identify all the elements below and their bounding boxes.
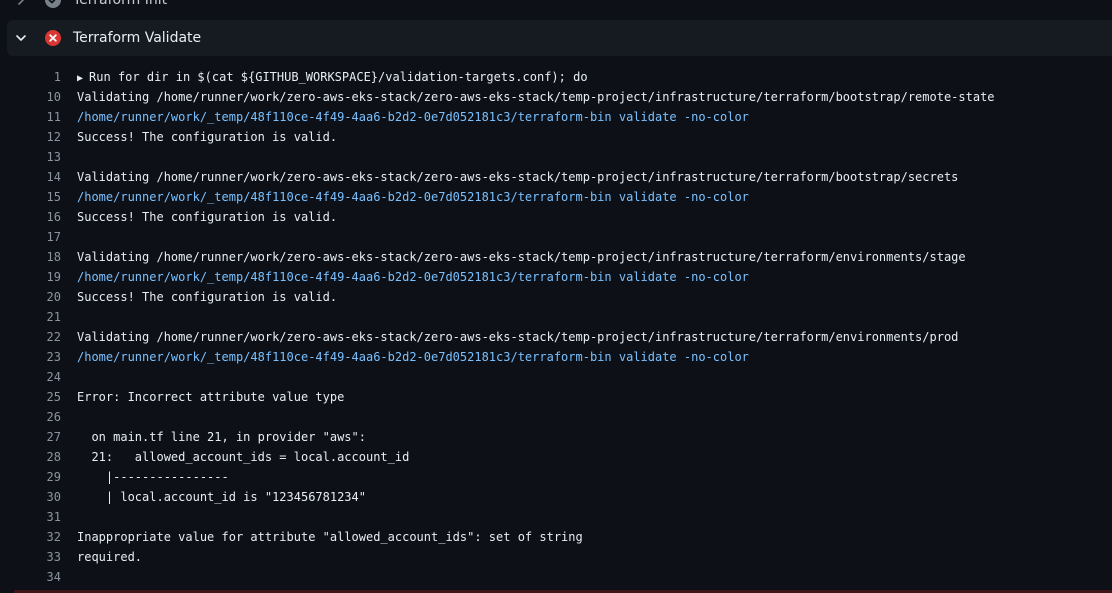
log-text: on main.tf line 21, in provider "aws": (77, 430, 366, 444)
line-number[interactable]: 1 (0, 67, 61, 87)
log-line: 21 (0, 307, 1112, 327)
log-text: Validating /home/runner/work/zero-aws-ek… (77, 90, 995, 104)
line-number[interactable]: 15 (0, 187, 61, 207)
log-text: required. (77, 550, 143, 564)
log-line: 24 (0, 367, 1112, 387)
log-command-text: /home/runner/work/_temp/48f110ce-4f49-4a… (77, 270, 749, 284)
log-line: 22 Validating /home/runner/work/zero-aws-… (0, 327, 1112, 347)
log-text: Error: Incorrect attribute value type (77, 390, 345, 404)
log-line: 26 (0, 407, 1112, 427)
log-line: 12 Success! The configuration is valid. (0, 127, 1112, 147)
line-number[interactable]: 33 (0, 547, 61, 567)
line-number[interactable]: 23 (0, 347, 61, 367)
log-line: 10 Validating /home/runner/work/zero-aws-… (0, 87, 1112, 107)
log-command-text: /home/runner/work/_temp/48f110ce-4f49-4a… (77, 350, 749, 364)
log-line: 16 Success! The configuration is valid. (0, 207, 1112, 227)
line-number[interactable]: 25 (0, 387, 61, 407)
line-number[interactable]: 29 (0, 467, 61, 487)
line-number[interactable]: 22 (0, 327, 61, 347)
chevron-down-icon[interactable] (7, 20, 35, 56)
log-line: 34 (0, 567, 1112, 587)
log-line: 30 | local.account_id is "123456781234" (0, 487, 1112, 507)
log-command-text: /home/runner/work/_temp/48f110ce-4f49-4a… (77, 190, 749, 204)
log-line: 1 Run for dir in $(cat ${GITHUB_WORKSPACE… (0, 67, 1112, 87)
line-number[interactable]: 21 (0, 307, 61, 327)
log-text: Validating /home/runner/work/zero-aws-ek… (77, 170, 959, 184)
success-check-icon (43, 0, 63, 10)
line-number[interactable]: 16 (0, 207, 61, 227)
line-number[interactable]: 26 (0, 407, 61, 427)
line-number[interactable]: 12 (0, 127, 61, 147)
log-text: Success! The configuration is valid. (77, 130, 338, 144)
workflow-log-view: Terraform Init Terraform Validate 1 Run f… (0, 0, 1112, 593)
log-line: 20 Success! The configuration is valid. (0, 287, 1112, 307)
step-name: Terraform Validate (73, 30, 202, 46)
step-terraform-init[interactable]: Terraform Init (7, 0, 1112, 18)
log-line: 14 Validating /home/runner/work/zero-aws-… (0, 167, 1112, 187)
log-line: 25 Error: Incorrect attribute value type (0, 387, 1112, 407)
log-text: Inappropriate value for attribute "allow… (77, 530, 583, 544)
log-line: 31 (0, 507, 1112, 527)
log-line: 11/home/runner/work/_temp/48f110ce-4f49-… (0, 107, 1112, 127)
step-terraform-validate[interactable]: Terraform Validate (7, 20, 1112, 56)
log-command-text: /home/runner/work/_temp/48f110ce-4f49-4a… (77, 110, 749, 124)
line-number[interactable]: 10 (0, 87, 61, 107)
log-line: 17 (0, 227, 1112, 247)
log-line: 19/home/runner/work/_temp/48f110ce-4f49-… (0, 267, 1112, 287)
step-name: Terraform Init (73, 0, 168, 8)
log-text: Validating /home/runner/work/zero-aws-ek… (77, 250, 966, 264)
log-text: 21: allowed_account_ids = local.account_… (77, 450, 410, 464)
line-number[interactable]: 24 (0, 367, 61, 387)
failure-x-icon (43, 28, 63, 48)
log-line: 27 on main.tf line 21, in provider "aws"… (0, 427, 1112, 447)
log-line: 15/home/runner/work/_temp/48f110ce-4f49-… (0, 187, 1112, 207)
line-number[interactable]: 13 (0, 147, 61, 167)
log-text: Validating /home/runner/work/zero-aws-ek… (77, 330, 959, 344)
line-number[interactable]: 28 (0, 447, 61, 467)
log-line: 13 (0, 147, 1112, 167)
log-line: 32 Inappropriate value for attribute "all… (0, 527, 1112, 547)
line-number[interactable]: 34 (0, 567, 61, 587)
log-text: |---------------- (77, 470, 229, 484)
log-text: | local.account_id is "123456781234" (77, 490, 366, 504)
chevron-right-icon[interactable] (7, 0, 35, 18)
line-number[interactable]: 18 (0, 247, 61, 267)
line-number[interactable]: 19 (0, 267, 61, 287)
line-number[interactable]: 32 (0, 527, 61, 547)
log-text: Success! The configuration is valid. (77, 210, 338, 224)
log-line: 23/home/runner/work/_temp/48f110ce-4f49-… (0, 347, 1112, 367)
log-line: 33 required. (0, 547, 1112, 567)
line-number[interactable]: 27 (0, 427, 61, 447)
line-number[interactable]: 17 (0, 227, 61, 247)
log-line: 28 21: allowed_account_ids = local.accou… (0, 447, 1112, 467)
line-number[interactable]: 14 (0, 167, 61, 187)
log-output: 1 Run for dir in $(cat ${GITHUB_WORKSPACE… (0, 67, 1112, 587)
log-line: 18 Validating /home/runner/work/zero-aws-… (0, 247, 1112, 267)
log-text: Success! The configuration is valid. (77, 290, 338, 304)
log-group-toggle[interactable]: Run for dir in $(cat ${GITHUB_WORKSPACE}… (77, 67, 1112, 87)
line-number[interactable]: 20 (0, 287, 61, 307)
line-number[interactable]: 30 (0, 487, 61, 507)
log-line: 29 |---------------- (0, 467, 1112, 487)
line-number[interactable]: 31 (0, 507, 61, 527)
line-number[interactable]: 11 (0, 107, 61, 127)
